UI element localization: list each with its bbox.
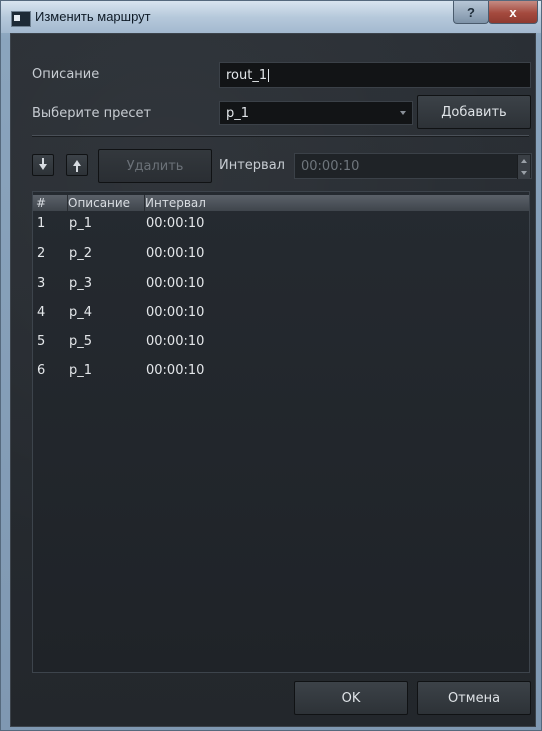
cell-number: 1 <box>37 216 46 231</box>
arrow-up-icon <box>73 160 81 172</box>
table-row[interactable]: 4 p_4 00:00:10 <box>33 302 529 324</box>
arrow-down-icon <box>39 158 47 170</box>
table-row[interactable]: 1 p_1 00:00:10 <box>33 213 529 235</box>
table-header: # Описание Интервал <box>33 195 529 211</box>
cell-interval: 00:00:10 <box>146 334 205 349</box>
delete-button[interactable]: Удалить <box>98 149 212 183</box>
interval-spinbox[interactable]: 00:00:10 <box>294 153 532 179</box>
column-header-number[interactable]: # <box>36 195 64 211</box>
cell-number: 6 <box>37 363 46 378</box>
preset-label: Выберите пресет <box>32 106 152 121</box>
cell-description: p_1 <box>69 216 93 231</box>
column-header-description[interactable]: Описание <box>67 195 142 211</box>
cell-interval: 00:00:10 <box>146 363 205 378</box>
cell-description: p_5 <box>69 334 93 349</box>
preset-select[interactable]: p_1 <box>219 101 413 125</box>
cell-interval: 00:00:10 <box>146 276 205 291</box>
close-button[interactable]: x <box>488 1 538 24</box>
description-field[interactable]: rout_1 <box>219 62 531 88</box>
chevron-down-icon <box>400 111 406 115</box>
cell-number: 2 <box>37 246 46 261</box>
dialog-client: Описание rout_1 Выберите пресет p_1 Доба… <box>10 33 536 727</box>
dialog-window: Изменить маршрут ? x Описание rout_1 Выб… <box>0 0 542 731</box>
text-caret <box>268 68 270 82</box>
cell-description: p_4 <box>69 305 93 320</box>
move-up-button[interactable] <box>66 154 88 176</box>
table-row[interactable]: 3 p_3 00:00:10 <box>33 273 529 295</box>
cell-interval: 00:00:10 <box>146 216 205 231</box>
cell-description: p_3 <box>69 276 93 291</box>
description-label: Описание <box>32 67 100 82</box>
cell-number: 5 <box>37 334 46 349</box>
table-row[interactable]: 2 p_2 00:00:10 <box>33 243 529 265</box>
interval-label: Интервал <box>219 158 285 173</box>
spin-icon[interactable] <box>517 155 530 179</box>
move-down-button[interactable] <box>32 154 54 176</box>
cell-description: p_2 <box>69 246 93 261</box>
cell-number: 4 <box>37 305 46 320</box>
column-header-interval[interactable]: Интервал <box>144 195 525 211</box>
window-title: Изменить маршрут <box>35 9 151 24</box>
table-row[interactable]: 5 p_5 00:00:10 <box>33 331 529 353</box>
cell-description: p_1 <box>69 363 93 378</box>
app-icon <box>11 11 31 27</box>
add-button[interactable]: Добавить <box>417 95 531 129</box>
help-button[interactable]: ? <box>453 1 489 24</box>
ok-button[interactable]: OK <box>294 681 408 715</box>
route-table[interactable]: # Описание Интервал 1 p_1 00:00:10 2 p_2… <box>32 191 530 673</box>
cell-interval: 00:00:10 <box>146 246 205 261</box>
description-value: rout_1 <box>226 67 268 83</box>
cell-interval: 00:00:10 <box>146 305 205 320</box>
preset-value: p_1 <box>226 105 250 121</box>
divider-shadow <box>32 136 529 137</box>
interval-value: 00:00:10 <box>301 158 360 174</box>
cancel-button[interactable]: Отмена <box>417 681 531 715</box>
title-bar[interactable]: Изменить маршрут ? x <box>1 1 541 33</box>
cell-number: 3 <box>37 276 46 291</box>
table-row[interactable]: 6 p_1 00:00:10 <box>33 360 529 382</box>
